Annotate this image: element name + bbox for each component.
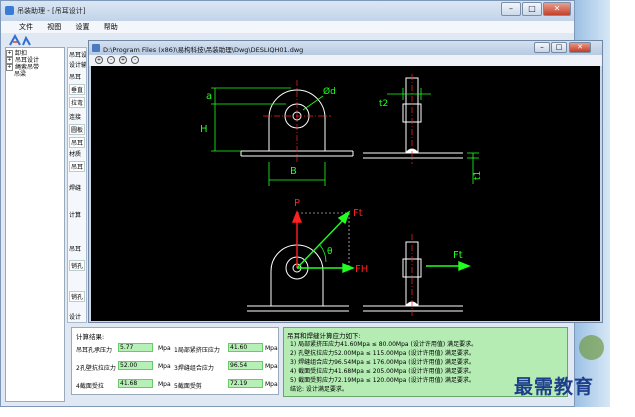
field-label[interactable]: 销孔 xyxy=(69,260,86,271)
group-label: 设计 xyxy=(69,314,82,321)
app-icon xyxy=(5,6,14,15)
dim-B-label: B xyxy=(290,166,297,177)
centerlines xyxy=(263,80,331,162)
expand-icon[interactable]: + xyxy=(6,64,13,71)
calc-unit: Mpa xyxy=(158,363,171,370)
force-Ft-label: Ft xyxy=(353,208,363,219)
field-label[interactable]: 拉弯 xyxy=(69,97,86,108)
minimize-button[interactable]: – xyxy=(501,2,521,16)
menu-bar: 文件 视图 设置 帮助 xyxy=(1,21,574,33)
expand-icon[interactable]: + xyxy=(6,57,13,64)
result-line: 结论: 设计满足要求。 xyxy=(290,386,348,393)
menu-help[interactable]: 帮助 xyxy=(104,21,118,33)
tree-item-lifting-beam[interactable]: 吊梁 xyxy=(6,71,64,78)
drawing-path: D:\Program Files (x86)\易构科技\吊装助理\Dwg\DES… xyxy=(103,46,304,54)
calc-results-panel: 计算结果: 吊耳孔承压力 5.77 Mpa 1局部紧挤压应力 41.60 Mpa… xyxy=(71,327,279,395)
app-logo-icon xyxy=(9,34,31,46)
group-label: 吊耳 xyxy=(69,246,82,253)
zoom-out-icon[interactable]: - xyxy=(107,56,115,64)
result-line: 4) 截面受拉应力41.68Mpa ≤ 205.00Mpa (设计许用值) 满足… xyxy=(290,368,475,375)
maximize-button[interactable]: □ xyxy=(522,2,542,16)
calc-value: 96.54 xyxy=(228,361,263,370)
lateral-force-arrow xyxy=(426,260,471,272)
lug-side-force-view xyxy=(363,241,463,312)
calc-unit: Mpa xyxy=(265,363,278,370)
field-label[interactable]: 销孔 xyxy=(69,291,86,302)
result-line: 1) 局部紧挤压应力41.60Mpa ≤ 80.00Mpa (设计许用值) 满足… xyxy=(290,341,478,348)
calc-value: 52.00 xyxy=(118,361,153,370)
calc-unit: Mpa xyxy=(158,345,171,352)
leaf-decoration xyxy=(579,335,604,360)
drawing-close-button[interactable]: ✕ xyxy=(569,42,591,53)
group-label: 连接 xyxy=(69,114,82,121)
drawing-icon xyxy=(92,44,100,52)
calc-value: 5.77 xyxy=(118,343,153,352)
dim-d-label: Ød xyxy=(323,86,336,97)
force-P-label: P xyxy=(294,198,300,209)
field-label[interactable]: 吊耳 xyxy=(69,161,86,172)
calc-value: 41.60 xyxy=(228,343,263,352)
dim-a-label: a xyxy=(206,91,212,102)
dimensions-side xyxy=(387,88,479,184)
calc-value: 41.68 xyxy=(118,379,153,388)
expand-icon[interactable]: + xyxy=(6,50,13,57)
group-label: 吊耳 xyxy=(69,74,82,81)
force-Ft2-label: Ft xyxy=(453,250,463,261)
field-label[interactable]: 吊耳 xyxy=(69,137,86,148)
lug-force-view xyxy=(247,244,349,312)
dimensions-front xyxy=(211,87,326,186)
dim-t2-label: t2 xyxy=(379,99,388,109)
calc-label: 1局部紧挤压应力 xyxy=(174,347,220,354)
zoom-window-icon[interactable]: + xyxy=(119,56,127,64)
dim-t1-label: t1 xyxy=(473,171,483,180)
force-vectors xyxy=(296,210,355,274)
calc-value: 72.19 xyxy=(228,379,263,388)
window-title: 吊装助理 - [吊耳设计] xyxy=(17,7,86,15)
design-input-panel: 吊耳设计 设计输入 吊耳 垂直 拉弯 连接 圆板 吊耳 材质 吊耳 焊缝 计算 … xyxy=(67,47,87,323)
zoom-in-icon[interactable]: + xyxy=(95,56,103,64)
watermark: 最需教育 xyxy=(514,376,595,398)
close-button[interactable]: ✕ xyxy=(543,2,571,16)
zoom-extents-icon[interactable]: - xyxy=(131,56,139,64)
angle-theta-label: θ xyxy=(327,247,333,257)
drawing-maximize-button[interactable]: □ xyxy=(551,42,567,53)
result-line: 3) 焊缝组合应力96.54Mpa ≤ 176.00Mpa (设计许用值) 满足… xyxy=(290,359,475,366)
tree-item-lug-design[interactable]: + 吊耳设计 xyxy=(6,57,64,64)
force-P-arrow xyxy=(291,210,303,268)
tree-item-slings[interactable]: + 绳索吊带 xyxy=(6,64,64,71)
drawing-title-bar: D:\Program Files (x86)\易构科技\吊装助理\Dwg\DES… xyxy=(89,41,602,55)
field-label[interactable]: 圆板 xyxy=(69,124,86,135)
calc-unit: Mpa xyxy=(158,381,171,388)
menu-file[interactable]: 文件 xyxy=(19,21,33,33)
calc-label: 2孔壁抗拉应力 xyxy=(76,365,116,372)
dim-H-label: H xyxy=(200,124,208,135)
calc-label: 3焊缝组合应力 xyxy=(174,365,214,372)
field-label[interactable]: 垂直 xyxy=(69,84,86,95)
calc-unit: Mpa xyxy=(265,345,278,352)
group-label: 计算 xyxy=(69,212,82,219)
category-tree: + 卸扣 + 吊耳设计 + 绳索吊带 吊梁 xyxy=(5,47,65,402)
calc-label: 4截面受拉 xyxy=(76,383,104,390)
calc-label: 5截面受剪 xyxy=(174,383,202,390)
menu-settings[interactable]: 设置 xyxy=(75,21,89,33)
group-label: 焊缝 xyxy=(69,185,82,192)
calc-unit: Mpa xyxy=(265,381,278,388)
menu-view[interactable]: 视图 xyxy=(47,21,61,33)
force-FH-label: FH xyxy=(355,264,368,275)
group-label: 材质 xyxy=(69,151,82,158)
lug-drawing: a H B Ød t2 t1 P Ft FH θ Ft xyxy=(200,74,483,316)
drawing-window: D:\Program Files (x86)\易构科技\吊装助理\Dwg\DES… xyxy=(88,40,603,323)
lug-side-view xyxy=(363,77,463,159)
zoom-toolbar: + - + - xyxy=(89,55,602,66)
calc-header: 计算结果: xyxy=(76,333,105,341)
result-line: 2) 孔壁抗拉应力52.00Mpa ≤ 115.00Mpa (设计许用值) 满足… xyxy=(290,350,475,357)
tab-design-input[interactable]: 设计输入 xyxy=(69,60,86,69)
drawing-canvas[interactable]: a H B Ød t2 t1 P Ft FH θ Ft xyxy=(91,66,600,321)
tree-item-shackle[interactable]: + 卸扣 xyxy=(6,50,64,57)
drawing-minimize-button[interactable]: – xyxy=(534,42,550,53)
tab-lug-design[interactable]: 吊耳设计 xyxy=(69,50,86,59)
calc-label: 吊耳孔承压力 xyxy=(76,347,113,354)
title-bar: 吊装助理 - [吊耳设计] – □ ✕ xyxy=(1,1,574,21)
result-line: 5) 截面受剪应力72.19Mpa ≤ 120.00Mpa (设计许用值) 满足… xyxy=(290,377,475,384)
